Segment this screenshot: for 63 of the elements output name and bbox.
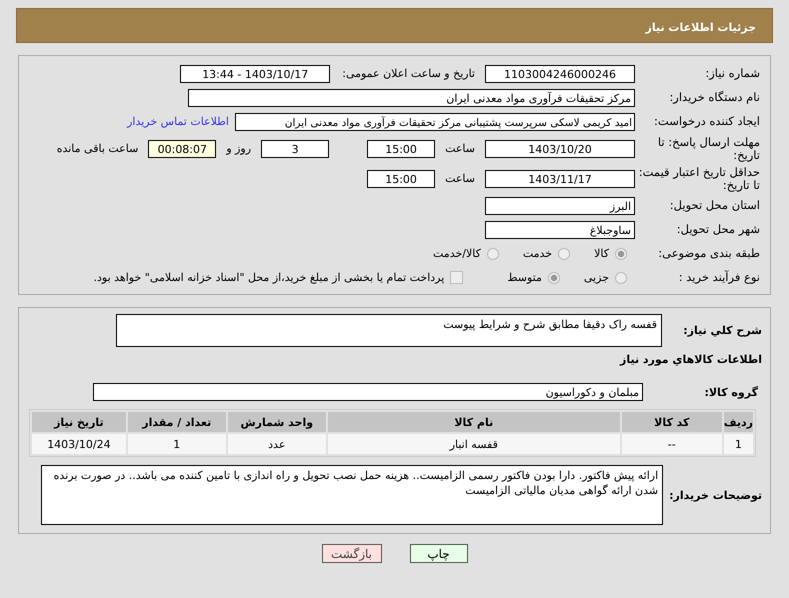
field-label: گروه کالا:	[703, 386, 759, 398]
radio-button[interactable]	[486, 248, 499, 260]
field-label: حداقل تاریخ اعتبار قیمت: تا تاریخ:	[638, 166, 761, 192]
field-label: پرداخت تمام یا بخشی از مبلغ خرید،از محل "اسناد خزانه اسلامی" خواهد بود.	[94, 271, 444, 284]
field-label: توضیحات خریدار:	[669, 488, 763, 502]
description-text: قفسه راک دقیقا مطابق شرح و شرایط پیوست	[443, 318, 657, 331]
column-header: نام کالا	[328, 412, 620, 432]
field-label: ساعت باقی مانده	[56, 142, 138, 155]
field-label: روز و	[226, 142, 252, 155]
field-label: نام دستگاه خریدار:	[668, 91, 761, 104]
contact-link[interactable]: اطلاعات تماس خریدار	[127, 115, 229, 128]
field-label: شهر محل تحویل:	[676, 223, 761, 236]
radio-button[interactable]	[548, 272, 560, 284]
table-cell: 1403/10/24	[32, 434, 126, 454]
column-header: تعداد / مقدار	[128, 412, 226, 432]
field-label: ساعت	[445, 172, 475, 185]
column-header: تاریخ نیاز	[32, 412, 126, 432]
radio-button[interactable]	[558, 248, 570, 260]
text-field[interactable]: مبلمان و دکوراسیون	[93, 383, 643, 401]
back-button[interactable]: بازگشت	[322, 544, 382, 563]
table-cell: عدد	[228, 434, 326, 454]
field-label: استان محل تحویل:	[668, 199, 761, 212]
text-field[interactable]: 1403/11/17	[485, 170, 635, 188]
field-label: تاریخ و ساعت اعلان عمومی:	[342, 67, 475, 80]
field-label: ایجاد کننده درخواست:	[653, 115, 761, 128]
print-button[interactable]: چاپ	[410, 544, 468, 563]
radio-button[interactable]	[615, 272, 627, 284]
column-header: کد کالا	[622, 412, 722, 432]
radio-button[interactable]	[615, 248, 627, 260]
page-header: جزئیات اطلاعات نیاز	[16, 8, 773, 43]
checkbox[interactable]	[450, 271, 464, 284]
table-cell: 1	[128, 434, 226, 454]
field-label: طبقه بندی موضوعی:	[657, 247, 761, 260]
field-label: مهلت ارسال پاسخ: تا تاریخ:	[656, 136, 761, 162]
notes-field[interactable]: ارائه پیش فاکتور. دارا بودن فاکتور رسمی الزامیست.. هزینه حمل نصب تحویل و راه اندازی با تامین کننده می باشد.. در صورت برنده شدن ارائه گواهی مدیان مالیاتی الزامیست	[41, 465, 664, 525]
text-field[interactable]: البرز	[485, 196, 635, 214]
description-field[interactable]: قفسه راک دقیقا مطابق شرح و شرایط پیوست	[116, 314, 662, 347]
text-field[interactable]: 15:00	[367, 140, 436, 158]
table-cell: قفسه انبار	[328, 434, 620, 454]
text-field[interactable]: 00:08:07	[148, 140, 216, 158]
text-field[interactable]: مرکز تحقیقات فرآوری مواد معدنی ایران	[188, 88, 635, 106]
text-field[interactable]: ساوجبلاغ	[485, 220, 635, 238]
text-field[interactable]: 15:00	[367, 170, 436, 188]
table-cell: 1	[724, 434, 753, 454]
field-label: نوع فرآیند خرید :	[678, 271, 761, 284]
option-label: کالا	[594, 247, 609, 260]
field-label: شرح کلي نياز:	[682, 324, 763, 337]
notes-text: ارائه پیش فاکتور. دارا بودن فاکتور رسمی الزامیست.. هزینه حمل نصب تحویل و راه اندازی با تامین کننده می باشد.. در صورت برنده شدن ارائه گواهی مدیان مالیاتی الزامیست	[54, 469, 658, 497]
field-label: ساعت	[445, 142, 475, 155]
text-field[interactable]: 1403/10/17 - 13:44	[180, 64, 330, 82]
option-label: خدمت	[522, 247, 552, 260]
field-label: شماره نیاز:	[704, 67, 761, 80]
table-cell: --	[622, 434, 722, 454]
text-field[interactable]: 1103004246000246	[485, 64, 635, 82]
section-heading: اطلاعات کالاهاي مورد نياز	[618, 352, 763, 368]
column-header: ردیف	[724, 412, 753, 432]
text-field[interactable]: 1403/10/20	[485, 140, 635, 158]
option-label: کالا/خدمت	[433, 247, 481, 260]
option-label: متوسط	[507, 271, 542, 284]
column-header: واحد شمارش	[228, 412, 326, 432]
text-field[interactable]: امید کریمی لاسکی سرپرست پشتیبانی مرکز تحقیقات فرآوری مواد معدنی ایران	[235, 112, 635, 130]
option-label: جزیی	[584, 271, 609, 284]
text-field[interactable]: 3	[261, 140, 330, 158]
